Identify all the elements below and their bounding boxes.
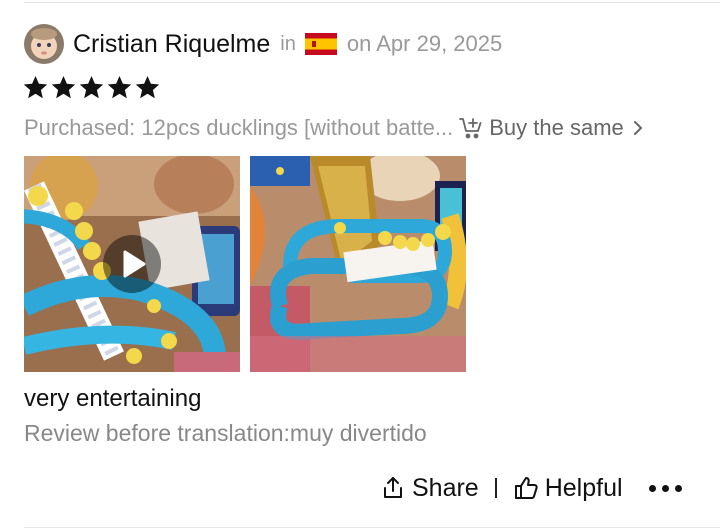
star-icon bbox=[79, 76, 104, 99]
star-icon bbox=[135, 76, 160, 99]
bottom-divider bbox=[24, 527, 720, 528]
helpful-button[interactable]: Helpful bbox=[513, 474, 623, 503]
original-review-text: Review before translation:muy divertido bbox=[24, 420, 427, 446]
star-icon bbox=[23, 76, 48, 99]
buy-same-button[interactable]: Buy the same bbox=[459, 115, 644, 141]
star-icon bbox=[51, 76, 76, 99]
in-label: in bbox=[280, 32, 296, 55]
top-divider bbox=[24, 2, 720, 3]
chevron-right-icon bbox=[633, 121, 642, 135]
helpful-label: Helpful bbox=[544, 473, 623, 502]
purchased-text: Purchased: 12pcs ducklings [without batt… bbox=[24, 115, 454, 140]
cart-plus-icon bbox=[459, 118, 482, 139]
purchased-row: Purchased: 12pcs ducklings [without batt… bbox=[24, 113, 694, 143]
star-icon bbox=[107, 76, 132, 99]
action-separator bbox=[494, 478, 497, 498]
buy-same-label: Buy the same bbox=[489, 115, 624, 140]
more-icon[interactable] bbox=[648, 484, 682, 492]
flag-spain-icon bbox=[304, 33, 337, 55]
author-name[interactable]: Cristian Riquelme bbox=[73, 30, 270, 59]
star-rating bbox=[22, 74, 161, 101]
review-date: on Apr 29, 2025 bbox=[346, 31, 503, 56]
review-actions: Share Helpful bbox=[380, 470, 682, 506]
review-video-thumbnail[interactable] bbox=[24, 156, 240, 372]
thumbs-up-icon bbox=[514, 477, 538, 499]
review-text: very entertaining bbox=[24, 385, 202, 412]
review-header: Cristian Riquelme in on Apr 29, 2025 bbox=[24, 24, 502, 64]
review-photo-thumbnail[interactable] bbox=[250, 156, 466, 372]
share-button[interactable]: Share bbox=[380, 474, 479, 503]
share-icon bbox=[384, 477, 402, 498]
play-icon[interactable] bbox=[102, 234, 162, 294]
avatar[interactable] bbox=[24, 24, 64, 64]
share-label: Share bbox=[412, 473, 479, 502]
